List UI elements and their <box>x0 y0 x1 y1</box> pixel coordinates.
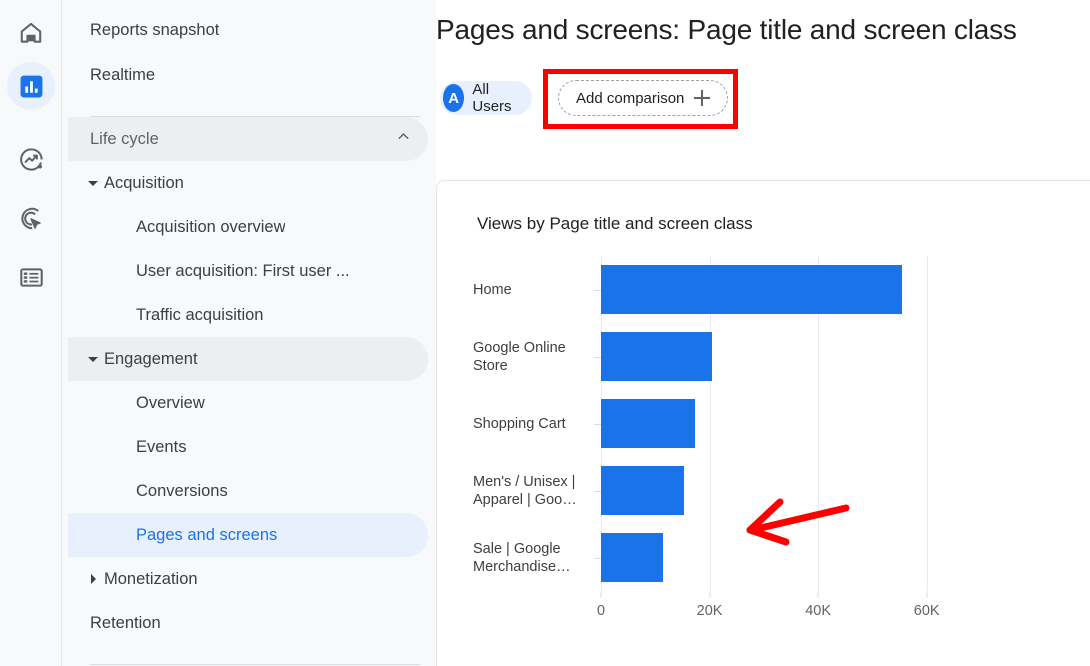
chart-category-label: Shopping Cart <box>473 415 591 433</box>
chart-x-tick-label: 60K <box>914 603 940 619</box>
sidebar-group-label: Acquisition <box>104 174 184 193</box>
sidebar-item-acquisition-overview[interactable]: Acquisition overview <box>68 205 428 249</box>
sidebar-item-label: Events <box>136 438 186 457</box>
chart-category-label: Men's / Unisex | Apparel | Goo… <box>473 473 591 509</box>
sidebar-item-label: Traffic acquisition <box>136 306 263 325</box>
chart-category-label: Home <box>473 281 591 299</box>
segment-chip-label: All Users <box>472 81 518 115</box>
rail-item-explore[interactable] <box>7 135 55 183</box>
add-comparison-button[interactable]: Add comparison <box>558 80 728 116</box>
sidebar-item-label: Overview <box>136 394 205 413</box>
chart-x-tick-label: 0 <box>597 603 605 619</box>
caret-right-icon <box>82 574 104 584</box>
sidebar-item-overview[interactable]: Overview <box>68 381 428 425</box>
avatar: A <box>443 84 464 112</box>
chart-x-tick-label: 20K <box>697 603 723 619</box>
chart-bar[interactable] <box>601 466 684 516</box>
sidebar-item-label: Acquisition overview <box>136 218 285 237</box>
sidebar-group-engagement[interactable]: Engagement <box>68 337 428 381</box>
chart-category-tick <box>594 491 601 492</box>
sidebar-group-monetization[interactable]: Monetization <box>68 557 428 601</box>
sidebar-item-reports-snapshot[interactable]: Reports snapshot <box>62 8 436 53</box>
chart-category-tick <box>594 424 601 425</box>
chevron-up-icon <box>395 128 412 150</box>
rail-item-reports[interactable] <box>7 62 55 110</box>
chart-title: Views by Page title and screen class <box>477 214 753 234</box>
sidebar-item-traffic-acquisition[interactable]: Traffic acquisition <box>68 293 428 337</box>
sidebar-item-conversions[interactable]: Conversions <box>68 469 428 513</box>
chart-x-tickline <box>818 591 819 598</box>
caret-down-icon <box>82 181 104 186</box>
segment-chip-all-users[interactable]: A All Users <box>440 81 532 115</box>
rail-item-home[interactable] <box>7 9 55 57</box>
sidebar-item-label: Reports snapshot <box>90 21 219 40</box>
caret-down-icon <box>82 357 104 362</box>
plus-icon <box>694 90 710 106</box>
sidebar-group-label: Engagement <box>104 350 198 369</box>
views-chart-card: Views by Page title and screen class Hom… <box>436 180 1090 666</box>
chart-x-tickline <box>601 591 602 598</box>
advertising-target-icon <box>18 205 45 232</box>
sidebar-divider-bottom <box>90 664 420 665</box>
chart-category-label: Sale | Google Merchandise… <box>473 540 591 576</box>
chart-x-tick-label: 40K <box>805 603 831 619</box>
primary-icon-rail <box>0 0 62 666</box>
sidebar-item-label: Conversions <box>136 482 228 501</box>
explore-trend-icon <box>18 146 45 173</box>
sidebar-item-label: User acquisition: First user ... <box>136 262 350 281</box>
sidebar-item-label: Retention <box>90 614 161 633</box>
chart-bar[interactable] <box>601 533 663 583</box>
chart-bar[interactable] <box>601 265 902 315</box>
main-content: Pages and screens: Page title and screen… <box>436 0 1090 666</box>
sidebar-group-acquisition[interactable]: Acquisition <box>68 161 428 205</box>
chart-gridline <box>927 256 928 591</box>
sidebar-section-label: Life cycle <box>90 130 159 149</box>
reports-bar-chart-icon <box>19 74 44 99</box>
chart-category-tick <box>594 290 601 291</box>
configure-list-icon <box>19 265 44 290</box>
reports-nav-sidebar: Reports snapshot Realtime Life cycle Acq… <box>62 0 436 666</box>
rail-item-configure[interactable] <box>7 253 55 301</box>
add-comparison-label: Add comparison <box>576 90 684 107</box>
sidebar-section-life-cycle[interactable]: Life cycle <box>68 117 428 161</box>
bar-chart-plot: HomeGoogle Online StoreShopping CartMen'… <box>601 256 981 591</box>
chart-bar[interactable] <box>601 399 695 449</box>
sidebar-item-label: Realtime <box>90 66 155 85</box>
chart-category-tick <box>594 357 601 358</box>
rail-item-advertising[interactable] <box>7 194 55 242</box>
sidebar-item-label: Pages and screens <box>136 526 277 545</box>
chart-bar[interactable] <box>601 332 712 382</box>
chart-x-tickline <box>709 591 710 598</box>
sidebar-item-retention[interactable]: Retention <box>62 601 436 646</box>
home-icon <box>18 20 44 46</box>
sidebar-item-pages-and-screens[interactable]: Pages and screens <box>68 513 428 557</box>
chart-x-tickline <box>926 591 927 598</box>
page-title: Pages and screens: Page title and screen… <box>436 14 1017 46</box>
sidebar-item-realtime[interactable]: Realtime <box>62 53 436 98</box>
sidebar-group-label: Monetization <box>104 570 198 589</box>
sidebar-item-user-acquisition[interactable]: User acquisition: First user ... <box>68 249 428 293</box>
chart-category-label: Google Online Store <box>473 339 591 375</box>
sidebar-item-events[interactable]: Events <box>68 425 428 469</box>
chart-category-tick <box>594 558 601 559</box>
